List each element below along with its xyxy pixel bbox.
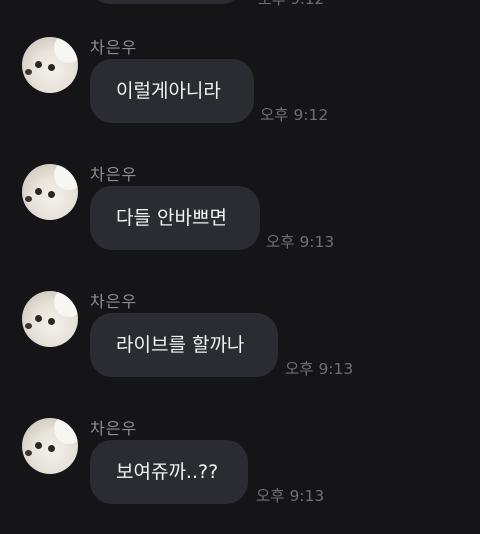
- sender-name: 차은우: [90, 419, 138, 438]
- avatar[interactable]: [22, 37, 78, 93]
- message-bubble[interactable]: 이럴게아니라: [90, 59, 254, 123]
- message-bubble[interactable]: 보여쥬까..??: [90, 440, 248, 504]
- sender-name: 차은우: [90, 165, 138, 184]
- message-bubble[interactable]: 다들 안바쁘면: [90, 186, 260, 250]
- message-row: 차은우 보여쥬까..?? 오후 9:13: [0, 418, 480, 534]
- previous-message-bubble[interactable]: [90, 0, 242, 4]
- message-time: 오후 9:13: [285, 360, 354, 378]
- avatar[interactable]: [22, 418, 78, 474]
- message-bubble[interactable]: 라이브를 할까나: [90, 313, 278, 377]
- message-row: 차은우 다들 안바쁘면 오후 9:13: [0, 164, 480, 288]
- previous-message-time: 오후 9:12: [258, 0, 324, 9]
- avatar[interactable]: [22, 164, 78, 220]
- avatar[interactable]: [22, 291, 78, 347]
- message-time: 오후 9:13: [256, 487, 325, 505]
- message-row: 차은우 라이브를 할까나 오후 9:13: [0, 291, 480, 415]
- sender-name: 차은우: [90, 38, 138, 57]
- sender-name: 차은우: [90, 292, 138, 311]
- chat-screen: 오후 9:12 차은우 이럴게아니라 오후 9:12 차은우 다들 안바쁘면 오…: [0, 0, 480, 534]
- message-row: 차은우 이럴게아니라 오후 9:12: [0, 37, 480, 161]
- message-time: 오후 9:12: [260, 106, 329, 124]
- message-time: 오후 9:13: [266, 233, 335, 251]
